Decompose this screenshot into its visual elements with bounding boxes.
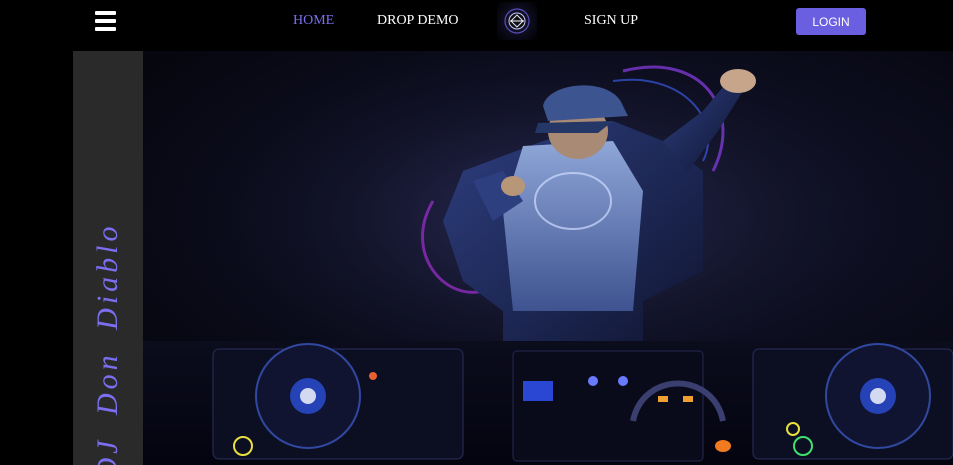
dj-logo-icon[interactable] xyxy=(497,2,537,40)
nav-sign-up-link[interactable]: SIGN UP xyxy=(584,13,638,29)
hamburger-menu-icon[interactable] xyxy=(95,11,117,32)
side-title-text: DJ Don Diablo xyxy=(91,222,124,465)
nav-drop-demo-link[interactable]: DROP DEMO xyxy=(377,13,459,29)
login-button[interactable]: LOGIN xyxy=(796,8,866,35)
nav-home-link[interactable]: HOME xyxy=(293,13,334,29)
top-navigation-bar: HOME DROP DEMO SIGN UP LOGIN xyxy=(0,0,953,46)
hero-banner: DJ Don Diablo xyxy=(73,51,953,465)
side-title-panel: DJ Don Diablo xyxy=(73,51,143,465)
dj-hero-image xyxy=(143,51,953,465)
